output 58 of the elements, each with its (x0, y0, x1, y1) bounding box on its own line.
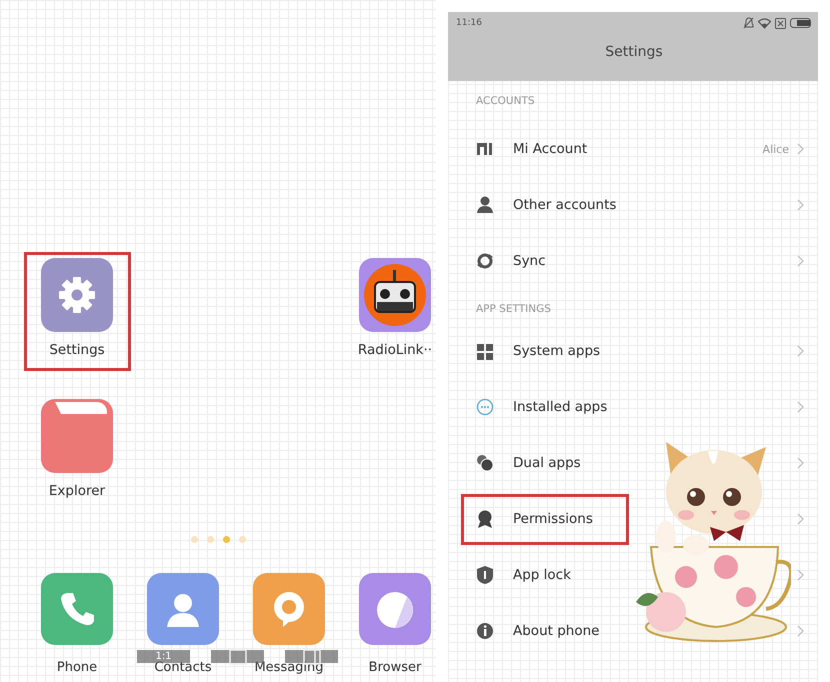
dots-circle-icon (476, 397, 494, 417)
app-label[interactable]: Contacts (154, 660, 212, 675)
wifi-icon (758, 18, 771, 28)
settings-row[interactable]: Mi Account Alice (448, 121, 818, 177)
radio-controller-icon (362, 262, 428, 328)
page-indicator-dot[interactable] (206, 536, 214, 543)
app-label[interactable]: Settings (49, 342, 105, 358)
settings-row[interactable]: Other accounts (448, 177, 818, 233)
app-icon[interactable] (359, 258, 431, 332)
chevron-right-icon (797, 344, 804, 356)
row-label: Installed apps (513, 399, 608, 415)
app-label[interactable]: Browser (368, 660, 422, 675)
folder-icon (55, 402, 107, 414)
settings-row[interactable]: Permissions (448, 491, 818, 547)
person-icon (476, 195, 494, 215)
info-icon (476, 621, 494, 641)
settings-row[interactable]: Sync (448, 233, 818, 289)
chevron-right-icon (797, 568, 804, 580)
gear-icon (57, 275, 97, 315)
page-indicator-dot[interactable] (238, 536, 246, 543)
app-label[interactable]: Messaging (254, 660, 324, 675)
chevron-right-icon (797, 624, 804, 636)
app-label[interactable]: Explorer (48, 483, 106, 499)
four-squares-icon (476, 341, 494, 361)
section-header: APP SETTINGS (475, 302, 552, 317)
row-label: About phone (513, 623, 600, 639)
sim-icon (775, 18, 786, 28)
row-label: Other accounts (513, 197, 616, 213)
settings-row[interactable]: Installed apps (448, 379, 818, 435)
sync-icon (476, 251, 494, 271)
battery-icon (790, 18, 812, 28)
page-indicator-dot[interactable] (222, 536, 230, 543)
two-circles-icon (476, 453, 494, 473)
screen-title: Settings (604, 44, 664, 60)
bell-off-icon (743, 17, 754, 29)
row-value: Alice (762, 142, 789, 156)
chevron-right-icon (797, 142, 804, 154)
chevron-right-icon (797, 254, 804, 266)
page-indicator-dot[interactable] (190, 536, 198, 543)
chevron-right-icon (797, 198, 804, 210)
app-label[interactable]: Phone (56, 660, 98, 675)
section-header: ACCOUNTS (475, 94, 536, 109)
row-label: Dual apps (513, 455, 581, 471)
status-time: 11:16 (456, 18, 482, 28)
row-label: Mi Account (513, 141, 588, 157)
chevron-right-icon (797, 456, 804, 468)
shield-icon (476, 565, 494, 585)
settings-row[interactable]: System apps (448, 323, 818, 379)
settings-row[interactable]: App lock (448, 547, 818, 603)
ribbon-badge-icon (476, 509, 494, 529)
settings-row[interactable]: About phone (448, 603, 818, 659)
row-label: App lock (513, 567, 571, 583)
row-label: Permissions (513, 511, 593, 527)
app-label[interactable]: RadioLink·· (358, 342, 432, 358)
row-label: System apps (513, 343, 600, 359)
row-label: Sync (513, 253, 546, 269)
chevron-right-icon (797, 400, 804, 412)
chevron-right-icon (797, 512, 804, 524)
